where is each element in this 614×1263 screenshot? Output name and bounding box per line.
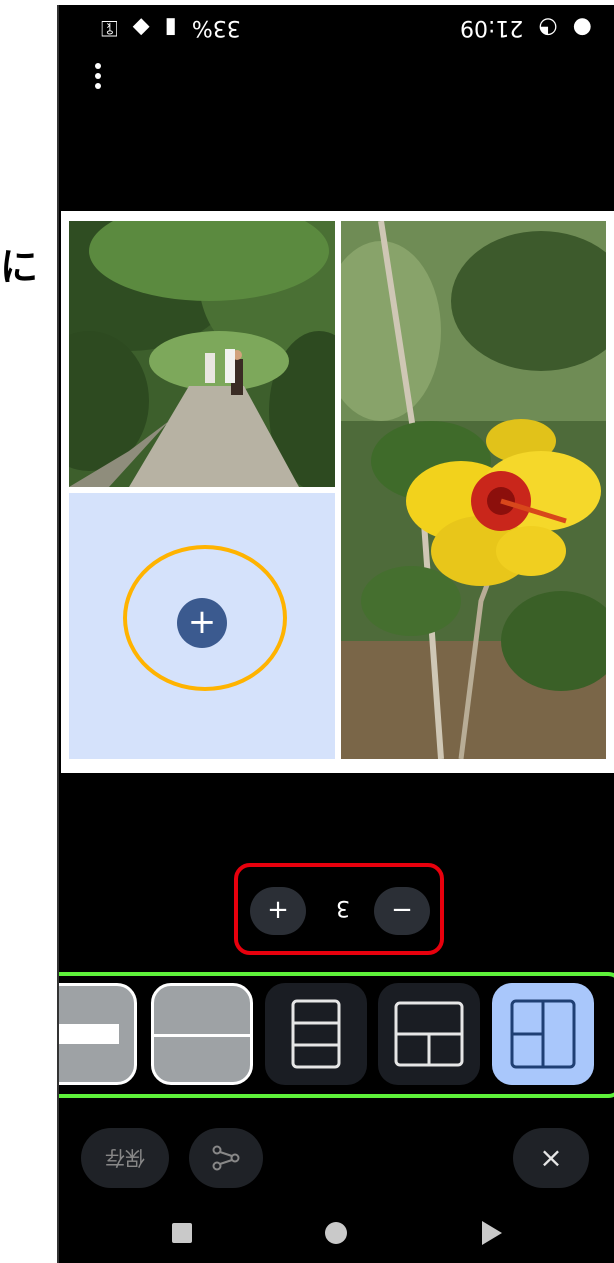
- share-button[interactable]: [189, 1128, 263, 1188]
- empty-photo-slot[interactable]: +: [69, 493, 335, 759]
- collage-canvas: +: [61, 211, 614, 773]
- layout-option-clipped[interactable]: [59, 983, 137, 1085]
- status-icons-left: 33% ▮ ◆ ⚿: [97, 15, 245, 40]
- layout-option-two-left-one-right-selected[interactable]: [492, 983, 594, 1085]
- status-time: 21:09: [460, 15, 524, 40]
- add-photo-button[interactable]: +: [177, 598, 227, 648]
- close-button[interactable]: ×: [513, 1128, 589, 1188]
- share-icon: [212, 1145, 240, 1171]
- key-icon: ⚿: [101, 15, 118, 40]
- layout-option-three-vertical[interactable]: [265, 983, 367, 1085]
- phone-screen: 33% ▮ ◆ ⚿ ● ◔ 21:09 + + 3 − 保存 ×: [57, 5, 614, 1263]
- status-bar: 33% ▮ ◆ ⚿ ● ◔ 21:09: [59, 5, 614, 45]
- back-icon[interactable]: [482, 1221, 502, 1245]
- layout-option-two-horizontal[interactable]: [151, 983, 253, 1085]
- system-nav-bar: [59, 1215, 614, 1255]
- home-icon[interactable]: [325, 1222, 347, 1244]
- layout-option-one-top-two-bottom[interactable]: [378, 983, 480, 1085]
- more-options-icon[interactable]: [95, 63, 105, 93]
- yellow-hibiscus-photo[interactable]: [341, 221, 606, 759]
- battery-percent: 33%: [191, 15, 241, 40]
- status-icons-right: ● ◔ 21:09: [456, 15, 596, 40]
- notification-icon: ◔: [538, 15, 558, 40]
- red-annotation-box: + 3 −: [234, 863, 444, 955]
- wifi-icon: ◆: [132, 15, 150, 40]
- alert-icon: ●: [572, 15, 592, 40]
- side-annotation-text: に: [0, 245, 39, 289]
- battery-icon: ▮: [164, 15, 177, 40]
- decrease-count-button[interactable]: −: [374, 887, 430, 935]
- recents-icon[interactable]: [172, 1223, 192, 1243]
- save-button[interactable]: 保存: [81, 1128, 169, 1188]
- forest-path-photo[interactable]: [69, 221, 335, 487]
- photo-count-value: 3: [336, 895, 350, 920]
- increase-count-button[interactable]: +: [250, 887, 306, 935]
